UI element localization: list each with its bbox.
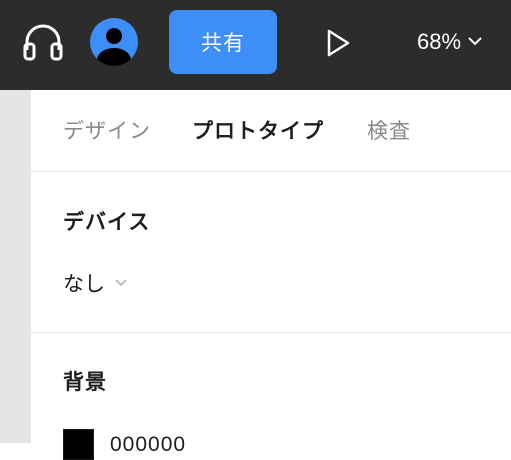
zoom-dropdown[interactable]: 68% xyxy=(404,20,496,64)
background-section-title: 背景 xyxy=(63,370,107,394)
device-select-value: なし xyxy=(63,272,105,296)
panel-tabs: デザイン プロトタイプ 検査 xyxy=(31,90,511,172)
background-color-row: 000000 xyxy=(63,429,186,460)
headphones-icon[interactable] xyxy=(21,20,65,64)
tab-prototype[interactable]: プロトタイプ xyxy=(192,115,324,145)
canvas-edge xyxy=(0,90,31,443)
device-section: デバイス なし xyxy=(31,172,511,333)
share-button-label: 共有 xyxy=(201,31,245,55)
tab-inspect[interactable]: 検査 xyxy=(367,115,411,145)
chevron-down-icon xyxy=(113,271,129,295)
share-button[interactable]: 共有 xyxy=(169,10,277,74)
device-section-title: デバイス xyxy=(63,210,151,234)
play-icon[interactable] xyxy=(318,24,358,62)
properties-panel: デザイン プロトタイプ 検査 デバイス なし 背景 000000 xyxy=(31,90,511,460)
background-section: 背景 000000 xyxy=(31,333,511,460)
background-color-swatch[interactable] xyxy=(63,429,94,460)
user-avatar-icon[interactable] xyxy=(90,18,138,66)
tab-design[interactable]: デザイン xyxy=(63,115,151,145)
top-toolbar: 共有 68% xyxy=(0,0,511,90)
device-select[interactable]: なし xyxy=(63,268,129,298)
background-hex-value[interactable]: 000000 xyxy=(110,433,186,457)
chevron-down-icon xyxy=(467,30,483,54)
zoom-value: 68% xyxy=(416,29,462,54)
